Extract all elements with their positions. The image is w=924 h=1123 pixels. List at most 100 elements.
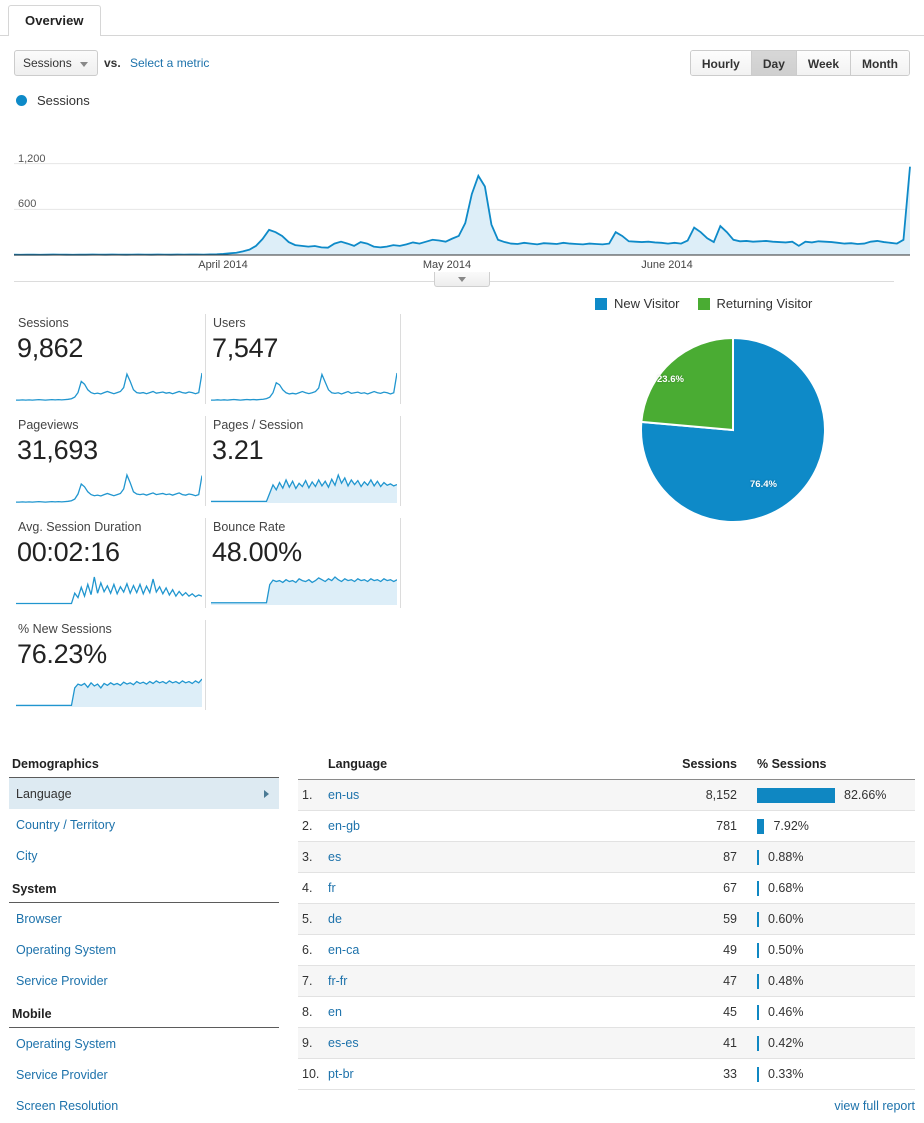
main-timeseries-chart[interactable]: 1,200 600 bbox=[0, 114, 924, 259]
row-percent-sessions: 0.68% bbox=[747, 872, 915, 904]
metric-tile-users[interactable]: Users 7,547 bbox=[209, 312, 401, 407]
sidebar-item-operating-system[interactable]: Operating System bbox=[9, 934, 279, 965]
main-chart-svg bbox=[13, 163, 911, 256]
row-index: 10. bbox=[298, 1058, 328, 1090]
table-row[interactable]: 6. en-ca 49 0.50% bbox=[298, 934, 915, 966]
metric-value: 48.00% bbox=[212, 537, 302, 567]
pie-legend-new-visitor[interactable]: New Visitor bbox=[595, 296, 680, 311]
language-link[interactable]: fr-fr bbox=[328, 974, 347, 988]
percent-bar bbox=[757, 880, 759, 896]
legend-swatch-green-icon bbox=[697, 297, 710, 310]
table-row[interactable]: 3. es 87 0.88% bbox=[298, 841, 915, 873]
row-sessions: 59 bbox=[635, 903, 747, 935]
th-language[interactable]: Language bbox=[328, 752, 635, 780]
row-sessions: 781 bbox=[635, 810, 747, 842]
row-sessions: 8,152 bbox=[635, 779, 747, 811]
language-link[interactable]: es bbox=[328, 850, 341, 864]
sidebar-group-title-demographics: Demographics bbox=[9, 752, 279, 778]
metric-tile-pages-per-session[interactable]: Pages / Session 3.21 bbox=[209, 414, 401, 509]
legend-dot-icon bbox=[16, 95, 27, 106]
th-percent-sessions[interactable]: % Sessions bbox=[747, 752, 915, 780]
granularity-week[interactable]: Week bbox=[796, 51, 852, 75]
tab-overview[interactable]: Overview bbox=[8, 5, 101, 36]
new-vs-returning-pie: New Visitor Returning Visitor 23.6% 76.4… bbox=[595, 296, 915, 523]
sidebar-item-label: Screen Resolution bbox=[16, 1099, 119, 1113]
table-body: 1. en-us 8,152 82.66% 2. en-gb 781 7.92% 3. es 87 0… bbox=[298, 779, 915, 1090]
table-row[interactable]: 10. pt-br 33 0.33% bbox=[298, 1058, 915, 1090]
language-link[interactable]: de bbox=[328, 912, 342, 926]
primary-metric-dropdown[interactable]: Sessions bbox=[14, 50, 98, 76]
row-percent-sessions: 0.60% bbox=[747, 903, 915, 935]
row-language-cell: en-ca bbox=[328, 934, 635, 966]
metric-tile-avg-session-duration[interactable]: Avg. Session Duration 00:02:16 bbox=[14, 516, 206, 611]
row-sessions: 67 bbox=[635, 872, 747, 904]
percent-label: 0.68% bbox=[768, 881, 804, 895]
sidebar-item-screen-resolution[interactable]: Screen Resolution bbox=[9, 1090, 279, 1121]
language-link[interactable]: en-us bbox=[328, 788, 359, 802]
pie-chart-svg[interactable] bbox=[610, 334, 860, 534]
chart-collapse-handle[interactable] bbox=[434, 272, 490, 287]
table-row[interactable]: 4. fr 67 0.68% bbox=[298, 872, 915, 904]
chevron-right-icon bbox=[264, 790, 269, 798]
metric-tile-pageviews[interactable]: Pageviews 31,693 bbox=[14, 414, 206, 509]
pie-legend: New Visitor Returning Visitor bbox=[595, 296, 915, 311]
metric-value: 9,862 bbox=[17, 333, 84, 363]
metric-tile-bounce-rate[interactable]: Bounce Rate 48.00% bbox=[209, 516, 401, 611]
table-header: Language Sessions % Sessions bbox=[298, 752, 915, 780]
language-link[interactable]: pt-br bbox=[328, 1067, 354, 1081]
language-link[interactable]: fr bbox=[328, 881, 336, 895]
metric-tile-percent-new-sessions[interactable]: % New Sessions 76.23% bbox=[14, 618, 206, 713]
sidebar-item-service-provider[interactable]: Service Provider bbox=[9, 1059, 279, 1090]
granularity-hourly[interactable]: Hourly bbox=[690, 51, 752, 75]
row-sessions: 41 bbox=[635, 1027, 747, 1059]
pie-slice-label-new: 76.4% bbox=[750, 479, 777, 490]
table-row[interactable]: 2. en-gb 781 7.92% bbox=[298, 810, 915, 842]
row-index: 6. bbox=[298, 934, 328, 966]
tile-divider bbox=[205, 620, 206, 710]
table-row[interactable]: 9. es-es 41 0.42% bbox=[298, 1027, 915, 1059]
row-language-cell: pt-br bbox=[328, 1058, 635, 1090]
pie-legend-returning-visitor[interactable]: Returning Visitor bbox=[697, 296, 813, 311]
sidebar-item-country-territory[interactable]: Country / Territory bbox=[9, 809, 279, 840]
sidebar-item-city[interactable]: City bbox=[9, 840, 279, 871]
sparkline-users bbox=[211, 372, 397, 401]
table-row[interactable]: 8. en 45 0.46% bbox=[298, 996, 915, 1028]
percent-label: 0.88% bbox=[768, 850, 804, 864]
sidebar-item-operating-system[interactable]: Operating System bbox=[9, 1028, 279, 1059]
th-sessions[interactable]: Sessions bbox=[635, 752, 747, 780]
sparkline-avg-session-duration bbox=[16, 576, 202, 605]
metric-value: 00:02:16 bbox=[17, 537, 120, 567]
row-index: 5. bbox=[298, 903, 328, 935]
pie-legend-label: Returning Visitor bbox=[716, 296, 813, 311]
view-full-report-link[interactable]: view full report bbox=[298, 1099, 915, 1113]
metric-tile-sessions[interactable]: Sessions 9,862 bbox=[14, 312, 206, 407]
language-link[interactable]: en bbox=[328, 1005, 342, 1019]
language-link[interactable]: en-gb bbox=[328, 819, 360, 833]
chevron-down-icon bbox=[80, 62, 88, 67]
table-row[interactable]: 7. fr-fr 47 0.48% bbox=[298, 965, 915, 997]
sidebar-item-language[interactable]: Language bbox=[9, 778, 279, 809]
sidebar-item-label: Service Provider bbox=[16, 974, 108, 988]
sparkline-pages-per-session bbox=[211, 473, 397, 503]
percent-bar bbox=[757, 1004, 759, 1020]
row-language-cell: en bbox=[328, 996, 635, 1028]
report-table: Language Sessions % Sessions 1. en-us 8,15… bbox=[298, 752, 915, 1090]
x-tick-may-2014: May 2014 bbox=[422, 259, 472, 271]
language-link[interactable]: en-ca bbox=[328, 943, 359, 957]
row-language-cell: fr-fr bbox=[328, 965, 635, 997]
sidebar-item-label: Service Provider bbox=[16, 1068, 108, 1082]
sidebar-item-browser[interactable]: Browser bbox=[9, 903, 279, 934]
select-a-metric-link[interactable]: Select a metric bbox=[130, 56, 209, 70]
tile-divider bbox=[205, 314, 206, 404]
row-sessions: 33 bbox=[635, 1058, 747, 1090]
table-row[interactable]: 5. de 59 0.60% bbox=[298, 903, 915, 935]
language-link[interactable]: es-es bbox=[328, 1036, 359, 1050]
sparkline-pageviews bbox=[16, 472, 202, 503]
row-percent-sessions: 82.66% bbox=[747, 779, 915, 811]
table-row[interactable]: 1. en-us 8,152 82.66% bbox=[298, 779, 915, 811]
percent-label: 7.92% bbox=[773, 819, 809, 833]
sidebar-item-label: Browser bbox=[16, 912, 62, 926]
sidebar-item-service-provider[interactable]: Service Provider bbox=[9, 965, 279, 996]
granularity-month[interactable]: Month bbox=[851, 51, 909, 75]
granularity-day[interactable]: Day bbox=[751, 51, 797, 75]
